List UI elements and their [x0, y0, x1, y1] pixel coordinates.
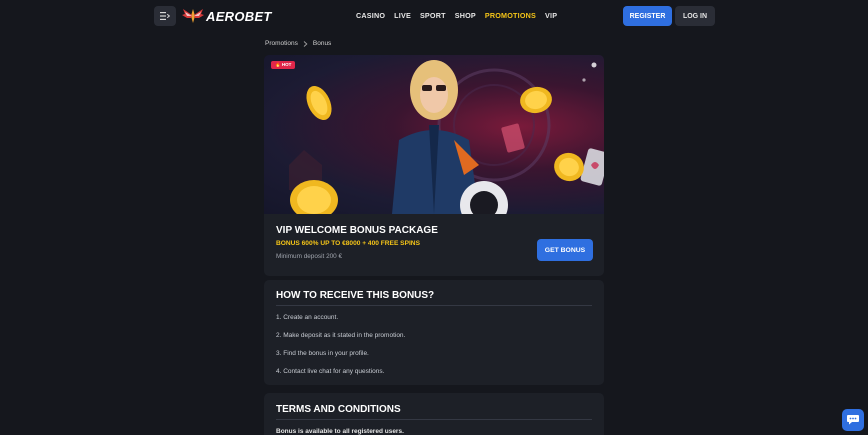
main-nav: CASINO LIVE SPORT SHOP PROMOTIONS VIP — [356, 11, 557, 20]
register-button[interactable]: REGISTER — [623, 6, 672, 26]
wings-logo-icon — [182, 9, 204, 23]
menu-icon — [160, 12, 170, 20]
promo-subtitle: BONUS 600% UP TO €8000 + 400 FREE SPINS — [276, 240, 420, 247]
live-chat-button[interactable] — [842, 409, 864, 431]
site-logo[interactable]: AEROBET — [182, 4, 272, 28]
terms-first-line: Bonus is available to all registered use… — [276, 428, 404, 435]
menu-button[interactable] — [154, 6, 176, 26]
howto-step: 3. Find the bonus in your profile. — [276, 350, 369, 357]
promo-banner-image: 🔥 HOT — [264, 55, 604, 214]
howto-card: HOW TO RECEIVE THIS BONUS? 1. Create an … — [264, 280, 604, 385]
nav-vip[interactable]: VIP — [545, 11, 557, 20]
howto-title: HOW TO RECEIVE THIS BONUS? — [276, 290, 435, 301]
howto-step: 1. Create an account. — [276, 314, 339, 321]
promo-title: VIP WELCOME BONUS PACKAGE — [276, 225, 438, 236]
chat-icon — [847, 415, 859, 425]
banner-illustration — [289, 60, 604, 214]
promo-minimum-deposit: Minimum deposit 200 € — [276, 253, 343, 260]
top-header: AEROBET CASINO LIVE SPORT SHOP PROMOTION… — [0, 0, 868, 33]
logo-text: AEROBET — [206, 8, 272, 24]
breadcrumb-promotions[interactable]: Promotions — [265, 40, 298, 47]
nav-casino[interactable]: CASINO — [356, 11, 385, 20]
howto-step: 2. Make deposit as it stated in the prom… — [276, 332, 406, 339]
terms-card: TERMS AND CONDITIONS Bonus is available … — [264, 393, 604, 435]
terms-divider — [276, 419, 592, 420]
promo-card: VIP WELCOME BONUS PACKAGE BONUS 600% UP … — [264, 214, 604, 276]
howto-divider — [276, 305, 592, 306]
nav-shop[interactable]: SHOP — [455, 11, 476, 20]
nav-sport[interactable]: SPORT — [420, 11, 446, 20]
terms-title: TERMS AND CONDITIONS — [276, 404, 401, 415]
hot-badge: 🔥 HOT — [271, 61, 296, 69]
get-bonus-button[interactable]: GET BONUS — [537, 239, 593, 261]
chevron-right-icon — [303, 40, 308, 47]
nav-promotions[interactable]: PROMOTIONS — [485, 11, 536, 20]
login-button[interactable]: LOG IN — [675, 6, 715, 26]
howto-step: 4. Contact live chat for any questions. — [276, 368, 385, 375]
breadcrumb-bonus: Bonus — [312, 40, 332, 47]
breadcrumb: Promotions Bonus — [265, 40, 331, 47]
nav-live[interactable]: LIVE — [394, 11, 411, 20]
